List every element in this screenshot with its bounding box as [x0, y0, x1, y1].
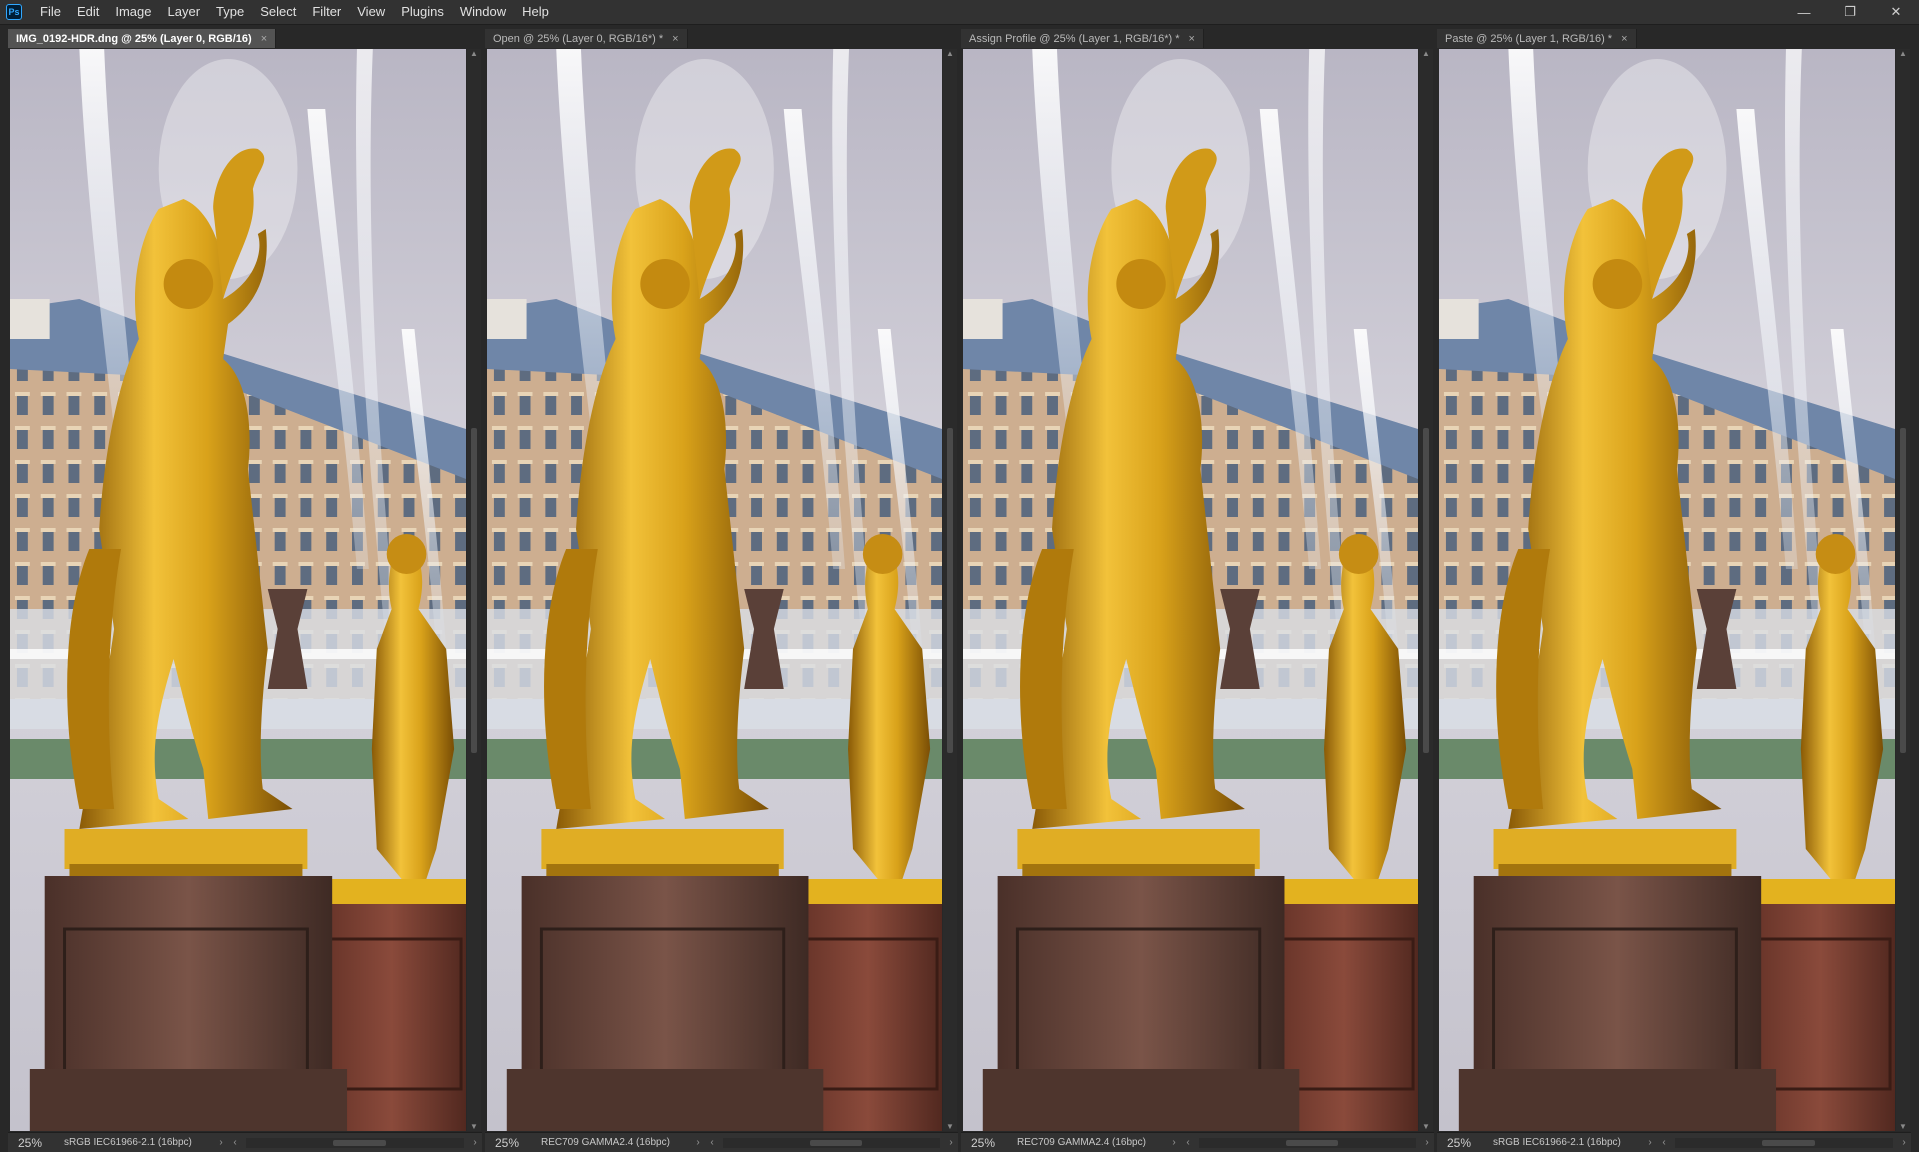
menu-select[interactable]: Select [252, 0, 304, 24]
status-bar: 25% REC709 GAMMA2.4 (16bpc) › ‹ › [485, 1132, 958, 1152]
minimize-icon[interactable]: — [1781, 0, 1827, 24]
menu-view[interactable]: View [349, 0, 393, 24]
canvas-area[interactable] [10, 49, 466, 1131]
scroll-down-icon[interactable]: ▼ [467, 1122, 481, 1131]
scroll-up-icon[interactable]: ▲ [467, 49, 481, 58]
horizontal-scrollbar[interactable] [1199, 1137, 1416, 1148]
document-tab[interactable]: Open @ 25% (Layer 0, RGB/16*) * × [485, 29, 688, 48]
status-bar: 25% sRGB IEC61966-2.1 (16bpc) › ‹ › [8, 1132, 482, 1152]
document-tab-title: Open @ 25% (Layer 0, RGB/16*) * [493, 32, 664, 45]
color-profile: REC709 GAMMA2.4 (16bpc) [1017, 1137, 1146, 1148]
horizontal-scrollbar[interactable] [1675, 1137, 1893, 1148]
scroll-thumb[interactable] [471, 428, 477, 753]
scroll-down-icon[interactable]: ▼ [1419, 1122, 1433, 1131]
scroll-right-icon[interactable]: › [468, 1137, 482, 1148]
document-pane: IMG_0192-HDR.dng @ 25% (Layer 0, RGB/16)… [8, 29, 482, 1152]
canvas-area[interactable] [963, 49, 1418, 1131]
scroll-left-icon[interactable]: ‹ [228, 1137, 242, 1148]
scroll-thumb[interactable] [333, 1139, 386, 1146]
vertical-scrollbar[interactable]: ▲ ▼ [467, 49, 481, 1131]
scroll-thumb[interactable] [947, 428, 953, 753]
photo-canvas[interactable] [1439, 49, 1895, 1131]
horizontal-scrollbar[interactable] [246, 1137, 464, 1148]
photo-canvas[interactable] [10, 49, 466, 1131]
vertical-scrollbar[interactable]: ▲ ▼ [943, 49, 957, 1131]
status-menu-arrow-icon[interactable]: › [691, 1137, 705, 1148]
document-tab-title: Paste @ 25% (Layer 1, RGB/16) * [1445, 32, 1613, 45]
scroll-left-icon[interactable]: ‹ [705, 1137, 719, 1148]
scroll-left-icon[interactable]: ‹ [1181, 1137, 1195, 1148]
document-pane: Assign Profile @ 25% (Layer 1, RGB/16*) … [961, 29, 1434, 1152]
canvas-area[interactable] [1439, 49, 1895, 1131]
document-tab-title: IMG_0192-HDR.dng @ 25% (Layer 0, RGB/16) [16, 32, 252, 45]
scroll-down-icon[interactable]: ▼ [1896, 1122, 1910, 1131]
menu-plugins[interactable]: Plugins [393, 0, 452, 24]
document-pane: Paste @ 25% (Layer 1, RGB/16) * × ▲ ▼ 25… [1437, 29, 1911, 1152]
status-menu-arrow-icon[interactable]: › [214, 1137, 228, 1148]
status-bar: 25% REC709 GAMMA2.4 (16bpc) › ‹ › [961, 1132, 1434, 1152]
scroll-thumb[interactable] [1285, 1139, 1338, 1146]
close-tab-icon[interactable]: × [1188, 33, 1194, 45]
color-profile: sRGB IEC61966-2.1 (16bpc) [64, 1137, 192, 1148]
color-profile: sRGB IEC61966-2.1 (16bpc) [1493, 1137, 1621, 1148]
menu-layer[interactable]: Layer [160, 0, 209, 24]
scroll-left-icon[interactable]: ‹ [1657, 1137, 1671, 1148]
menu-filter[interactable]: Filter [304, 0, 349, 24]
vertical-scrollbar[interactable]: ▲ ▼ [1419, 49, 1433, 1131]
vertical-scrollbar[interactable]: ▲ ▼ [1896, 49, 1910, 1131]
scroll-down-icon[interactable]: ▼ [943, 1122, 957, 1131]
close-tab-icon[interactable]: × [672, 33, 678, 45]
photoshop-logo-icon[interactable]: Ps [6, 4, 22, 20]
status-menu-arrow-icon[interactable]: › [1643, 1137, 1657, 1148]
scroll-right-icon[interactable]: › [944, 1137, 958, 1148]
scroll-thumb[interactable] [1762, 1139, 1815, 1146]
zoom-level[interactable]: 25% [8, 1136, 64, 1150]
zoom-level[interactable]: 25% [1437, 1136, 1493, 1150]
restore-icon[interactable]: ❐ [1827, 0, 1873, 24]
menu-file[interactable]: File [32, 0, 69, 24]
zoom-level[interactable]: 25% [961, 1136, 1017, 1150]
scroll-right-icon[interactable]: › [1897, 1137, 1911, 1148]
scroll-thumb[interactable] [1900, 428, 1906, 753]
horizontal-scrollbar[interactable] [723, 1137, 940, 1148]
photo-canvas[interactable] [487, 49, 942, 1131]
menu-help[interactable]: Help [514, 0, 557, 24]
scroll-thumb[interactable] [1423, 428, 1429, 753]
close-tab-icon[interactable]: × [261, 33, 267, 45]
close-window-icon[interactable]: ✕ [1873, 0, 1919, 24]
window-controls: — ❐ ✕ [1781, 0, 1919, 24]
color-profile: REC709 GAMMA2.4 (16bpc) [541, 1137, 670, 1148]
scroll-up-icon[interactable]: ▲ [943, 49, 957, 58]
menu-type[interactable]: Type [208, 0, 252, 24]
canvas-area[interactable] [487, 49, 942, 1131]
document-tab-title: Assign Profile @ 25% (Layer 1, RGB/16*) … [969, 32, 1180, 45]
document-tab[interactable]: Assign Profile @ 25% (Layer 1, RGB/16*) … [961, 29, 1204, 48]
photo-canvas[interactable] [963, 49, 1418, 1131]
status-bar: 25% sRGB IEC61966-2.1 (16bpc) › ‹ › [1437, 1132, 1911, 1152]
scroll-right-icon[interactable]: › [1420, 1137, 1434, 1148]
scroll-up-icon[interactable]: ▲ [1419, 49, 1433, 58]
document-pane: Open @ 25% (Layer 0, RGB/16*) * × ▲ ▼ 25… [485, 29, 958, 1152]
scroll-up-icon[interactable]: ▲ [1896, 49, 1910, 58]
status-menu-arrow-icon[interactable]: › [1167, 1137, 1181, 1148]
close-tab-icon[interactable]: × [1621, 33, 1627, 45]
document-tab[interactable]: Paste @ 25% (Layer 1, RGB/16) * × [1437, 29, 1637, 48]
menu-window[interactable]: Window [452, 0, 514, 24]
menu-image[interactable]: Image [107, 0, 159, 24]
document-tab[interactable]: IMG_0192-HDR.dng @ 25% (Layer 0, RGB/16)… [8, 29, 277, 48]
menu-edit[interactable]: Edit [69, 0, 107, 24]
zoom-level[interactable]: 25% [485, 1136, 541, 1150]
menu-bar: Ps File Edit Image Layer Type Select Fil… [0, 0, 1919, 25]
scroll-thumb[interactable] [809, 1139, 862, 1146]
